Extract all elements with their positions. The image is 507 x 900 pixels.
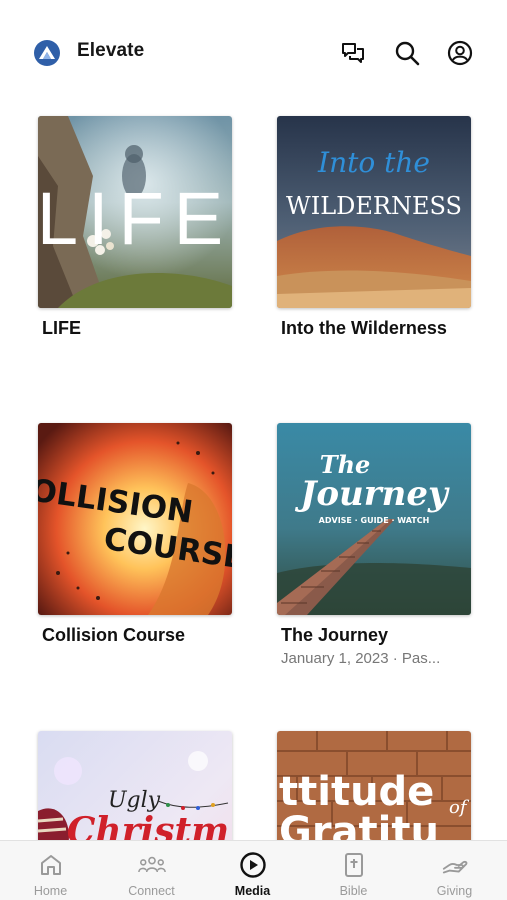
search-icon: [395, 41, 420, 66]
home-icon: [37, 851, 65, 879]
tab-label: Giving: [436, 884, 473, 898]
bottom-tab-bar: Home Connect Media Bible Giving: [0, 840, 507, 900]
thumbnail-art-script2: Journey: [294, 474, 450, 514]
thumbnail-art-text: LIFE: [38, 177, 232, 260]
play-circle-icon: [239, 851, 267, 879]
media-title: Into the Wilderness: [281, 318, 447, 338]
chat-button[interactable]: [338, 38, 368, 68]
media-thumbnail[interactable]: The Journey ADVISE · GUIDE · WATCH: [277, 423, 471, 615]
thumbnail-art-script: Into the: [317, 146, 430, 179]
app-header: Elevate: [0, 26, 507, 80]
chat-bubbles-icon: [342, 43, 364, 63]
bible-icon: [340, 851, 368, 879]
tab-home[interactable]: Home: [0, 841, 101, 900]
media-title: LIFE: [42, 318, 81, 338]
media-title: Collision Course: [42, 625, 186, 645]
status-bar: [0, 0, 507, 26]
media-thumbnail[interactable]: Into the WILDERNESS: [277, 116, 471, 308]
tab-label: Media: [234, 884, 271, 898]
tab-bible[interactable]: Bible: [303, 841, 404, 900]
tab-label: Connect: [128, 884, 175, 898]
search-button[interactable]: [392, 38, 422, 68]
account-circle-icon: [447, 40, 473, 66]
thumbnail-art-text: WILDERNESS: [286, 192, 462, 220]
media-thumbnail[interactable]: LIFE: [38, 116, 232, 308]
tab-giving[interactable]: Giving: [404, 841, 505, 900]
people-icon: [137, 851, 166, 879]
media-thumbnail[interactable]: COLLISION COURSE: [38, 423, 232, 615]
tab-connect[interactable]: Connect: [101, 841, 202, 900]
account-button[interactable]: [445, 38, 475, 68]
app-title: Elevate: [77, 40, 145, 61]
media-subtitle: January 1, 2023 · Pas...: [281, 650, 441, 667]
app-logo: [34, 40, 60, 66]
tab-label: Bible: [339, 884, 368, 898]
thumbnail-art-tagline: ADVISE · GUIDE · WATCH: [319, 516, 430, 525]
media-title: The Journey: [281, 625, 389, 645]
tab-media[interactable]: Media: [202, 841, 303, 900]
giving-hand-icon: [441, 851, 469, 879]
tab-label: Home: [33, 884, 68, 898]
